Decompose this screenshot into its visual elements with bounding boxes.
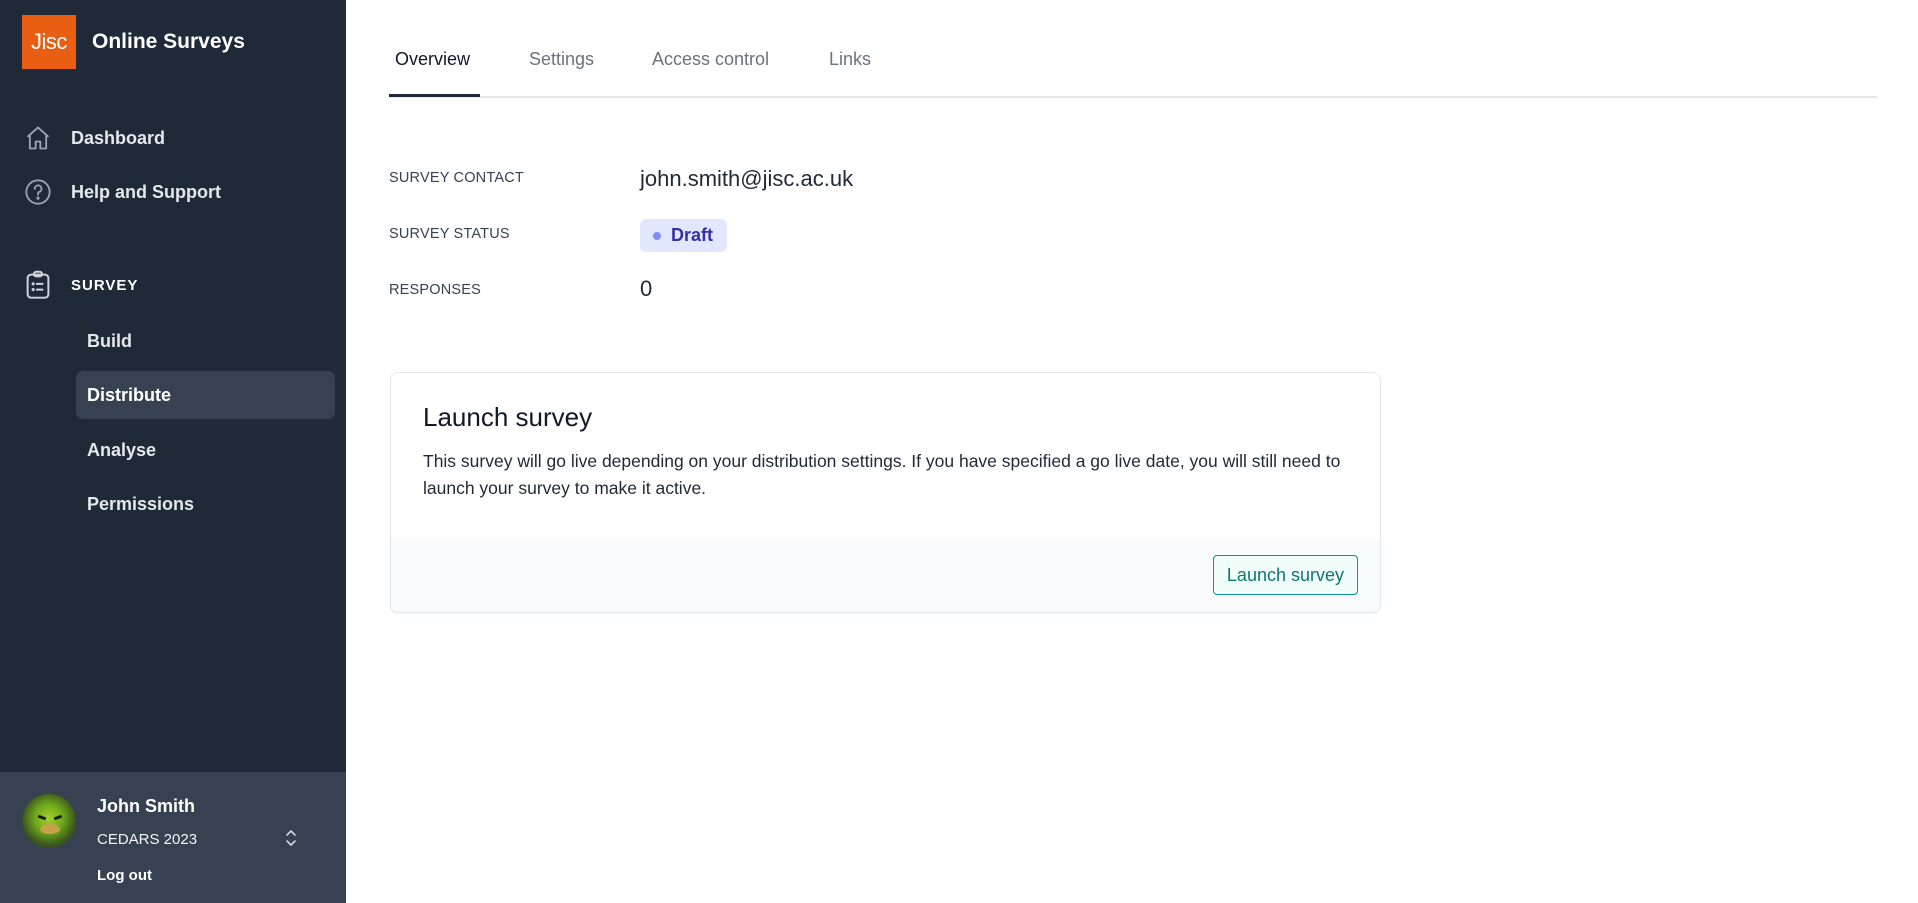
user-name: John Smith (97, 796, 195, 816)
sidebar-item-help-and-support[interactable]: Help and Support (22, 175, 221, 209)
jisc-logo[interactable]: Jisc (22, 15, 76, 69)
tab-bar: Overview Settings Access control Links (389, 0, 1877, 98)
tab-links[interactable]: Links (829, 49, 871, 97)
sidebar-item-analyse[interactable]: Analyse (76, 426, 335, 474)
survey-section-header: SURVEY (22, 268, 138, 302)
responses-value: 0 (640, 276, 653, 301)
home-icon (22, 122, 54, 154)
user-organisation: CEDARS 2023 (97, 831, 198, 848)
app-title: Online Surveys (92, 30, 245, 53)
tab-access-control[interactable]: Access control (652, 49, 769, 97)
sidebar-item-label: Dashboard (71, 127, 166, 148)
sidebar-item-distribute[interactable]: Distribute (76, 371, 335, 419)
survey-contact-value: john.smith@jisc.ac.uk (640, 166, 854, 191)
tab-overview[interactable]: Overview (395, 49, 470, 97)
launch-survey-card: Launch survey This survey will go live d… (390, 372, 1381, 613)
organisation-switcher-button[interactable] (280, 828, 302, 852)
sidebar-item-dashboard[interactable]: Dashboard (22, 121, 165, 155)
survey-contact-label: SURVEY CONTACT (389, 170, 524, 186)
survey-status-label: SURVEY STATUS (389, 226, 510, 242)
clipboard-list-icon (22, 269, 54, 301)
card-description: This survey will go live depending on yo… (423, 451, 1341, 498)
chevron-up-down-icon (284, 828, 298, 853)
active-tab-indicator (389, 94, 480, 97)
status-badge: Draft (640, 219, 727, 252)
tab-settings[interactable]: Settings (529, 49, 594, 97)
avatar (22, 794, 76, 848)
logout-link[interactable]: Log out (97, 867, 152, 884)
survey-section-label: SURVEY (71, 276, 139, 294)
responses-label: RESPONSES (389, 282, 482, 298)
status-dot-icon (653, 231, 661, 240)
launch-survey-button[interactable]: Launch survey (1212, 555, 1358, 595)
status-badge-text: Draft (671, 225, 714, 245)
sidebar-item-build[interactable]: Build (76, 317, 335, 365)
sidebar-item-permissions[interactable]: Permissions (76, 480, 335, 528)
question-circle-icon (22, 176, 54, 208)
sidebar-item-label: Help and Support (71, 181, 221, 202)
card-footer: Launch survey (391, 539, 1380, 612)
sidebar: Jisc Online Surveys Dashboard Help and S… (0, 0, 346, 903)
card-title: Launch survey (423, 402, 593, 432)
user-panel: John Smith CEDARS 2023 Log out (0, 772, 346, 903)
